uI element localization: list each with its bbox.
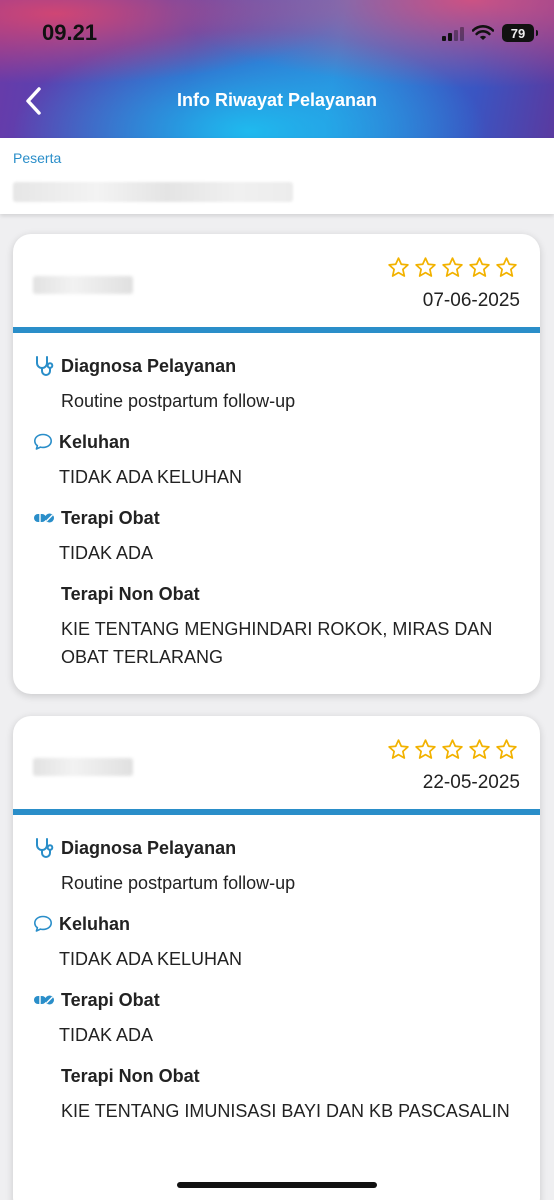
terapi-obat-value: TIDAK ADA [59, 543, 154, 563]
record-date: 22-05-2025 [422, 772, 520, 793]
rating-stars[interactable] [387, 256, 518, 279]
diagnosa-header: Diagnosa Pelayanan [33, 353, 520, 379]
stethoscope-icon [33, 837, 55, 859]
terapi-non-obat-label: Terapi Non Obat [61, 583, 200, 604]
star-icon[interactable] [468, 738, 491, 761]
stethoscope-icon [33, 355, 55, 377]
star-icon[interactable] [495, 738, 518, 761]
redacted-label [33, 276, 133, 294]
service-record-card[interactable]: 07-06-2025 Diagnosa Pelayanan Routine po… [13, 234, 540, 694]
terapi-obat-label: Terapi Obat [61, 989, 160, 1010]
star-icon[interactable] [387, 738, 410, 761]
battery-icon: 79 [502, 24, 538, 42]
diagnosa-value: Routine postpartum follow-up [61, 873, 296, 893]
status-icons: 79 [442, 22, 538, 44]
peserta-label: Peserta [13, 150, 62, 166]
star-icon[interactable] [441, 738, 464, 761]
star-icon[interactable] [414, 738, 437, 761]
status-time: 09.21 [42, 20, 98, 45]
star-icon[interactable] [387, 256, 410, 279]
diagnosa-header: Diagnosa Pelayanan [33, 835, 520, 861]
keluhan-header: Keluhan [33, 911, 520, 937]
diagnosa-label: Diagnosa Pelayanan [61, 355, 237, 376]
app-header: 09.21 79 Info Riwayat Pelayanan [0, 0, 554, 138]
pills-icon [33, 507, 55, 529]
terapi-non-obat-header: Terapi Non Obat [33, 1063, 520, 1089]
rating-stars[interactable] [387, 738, 518, 761]
pills-icon [33, 989, 55, 1011]
star-icon[interactable] [495, 256, 518, 279]
keluhan-value: TIDAK ADA KELUHAN [59, 949, 243, 969]
keluhan-label: Keluhan [59, 913, 131, 934]
keluhan-header: Keluhan [33, 429, 520, 455]
speech-bubble-icon [33, 431, 53, 453]
diagnosa-value: Routine postpartum follow-up [61, 391, 296, 411]
terapi-non-obat-header: Terapi Non Obat [33, 581, 520, 607]
star-icon[interactable] [468, 256, 491, 279]
service-record-card[interactable]: 22-05-2025 Diagnosa Pelayanan Routine po… [13, 716, 540, 1200]
terapi-non-obat-value: KIE TENTANG IMUNISASI BAYI DAN KB PASCAS… [61, 1101, 510, 1121]
peserta-section: Peserta [0, 138, 554, 214]
keluhan-value: TIDAK ADA KELUHAN [59, 467, 243, 487]
terapi-obat-value: TIDAK ADA [59, 1025, 154, 1045]
terapi-non-obat-label: Terapi Non Obat [61, 1065, 200, 1086]
star-icon[interactable] [441, 256, 464, 279]
wifi-icon [472, 25, 494, 40]
record-date: 07-06-2025 [422, 290, 520, 311]
home-indicator[interactable] [177, 1182, 377, 1188]
diagnosa-label: Diagnosa Pelayanan [61, 837, 237, 858]
speech-bubble-icon [33, 913, 53, 935]
keluhan-label: Keluhan [59, 431, 131, 452]
terapi-obat-header: Terapi Obat [33, 505, 520, 531]
battery-level: 79 [510, 25, 526, 41]
terapi-obat-header: Terapi Obat [33, 987, 520, 1013]
star-icon[interactable] [414, 256, 437, 279]
terapi-non-obat-value: KIE TENTANG MENGHINDARI ROKOK, MIRAS DAN… [61, 619, 493, 667]
peserta-name-redacted [13, 182, 293, 202]
terapi-obat-label: Terapi Obat [61, 507, 160, 528]
redacted-label [33, 758, 133, 776]
page-title: Info Riwayat Pelayanan [176, 90, 378, 110]
signal-icon [442, 25, 464, 41]
